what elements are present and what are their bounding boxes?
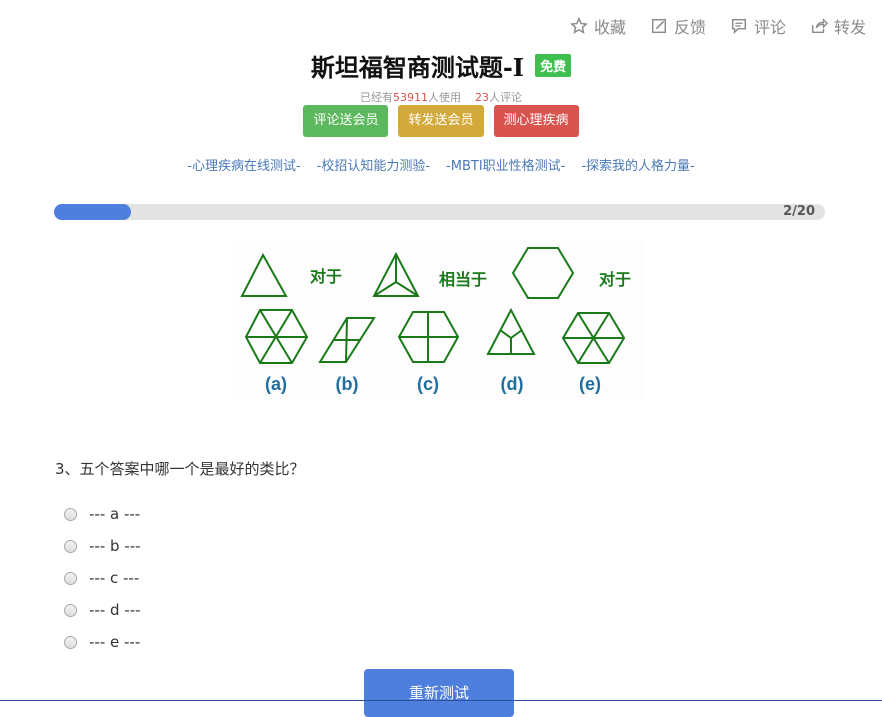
label-d: (d) xyxy=(501,374,524,394)
comments-count: 23 xyxy=(475,91,489,104)
favorite-label: 收藏 xyxy=(593,18,626,37)
feedback-action[interactable]: 反馈 xyxy=(650,14,706,38)
comment-member-button[interactable]: 评论送会员 xyxy=(303,105,389,137)
radio-b[interactable] xyxy=(64,539,77,553)
related-links: -心理疾病在线测试- -校招认知能力测验- -MBTI职业性格测试- -探索我的… xyxy=(0,155,882,174)
link-mbti[interactable]: -MBTI职业性格测试- xyxy=(446,155,565,174)
text-duiyu-2: 对于 xyxy=(599,270,631,289)
link-personality[interactable]: -探索我的人格力量- xyxy=(581,155,694,174)
stats-prefix: 已经有 xyxy=(360,91,393,104)
feedback-label: 反馈 xyxy=(673,18,706,37)
comment-label: 评论 xyxy=(753,18,786,37)
option-c-label: --- c --- xyxy=(89,569,140,587)
star-icon xyxy=(570,17,588,34)
triangle-with-center-lines xyxy=(372,251,420,297)
hexagon-shape xyxy=(511,247,575,299)
question-text: 3、五个答案中哪一个是最好的类比？ xyxy=(55,460,305,478)
progress-label: 2/20 xyxy=(783,204,815,219)
radio-a[interactable] xyxy=(64,507,77,521)
radio-c[interactable] xyxy=(64,571,77,585)
favorite-action[interactable]: 收藏 xyxy=(570,14,626,38)
users-count: 53911 xyxy=(393,91,428,104)
option-d-shape xyxy=(486,307,536,355)
label-a: (a) xyxy=(265,374,287,394)
option-e-shape xyxy=(561,312,626,364)
text-duiyu-1: 对于 xyxy=(310,267,342,286)
users-suffix: 人使用 xyxy=(428,91,461,104)
option-a-shape xyxy=(244,309,309,364)
option-b-shape xyxy=(318,317,376,363)
label-c: (c) xyxy=(417,374,439,394)
radio-d[interactable] xyxy=(64,603,77,617)
label-b: (b) xyxy=(336,374,359,394)
option-c-shape xyxy=(397,311,460,363)
option-b-label: --- b --- xyxy=(89,537,141,555)
option-c[interactable]: --- c --- xyxy=(64,562,141,594)
share-icon xyxy=(811,18,828,34)
comments-suffix: 人评论 xyxy=(489,91,522,104)
option-d[interactable]: --- d --- xyxy=(64,594,141,626)
option-a[interactable]: --- a --- xyxy=(64,498,141,530)
bottom-divider xyxy=(0,700,882,701)
option-a-label: --- a --- xyxy=(89,505,141,523)
label-e: (e) xyxy=(579,374,601,394)
edit-icon xyxy=(651,18,666,34)
option-d-label: --- d --- xyxy=(89,601,141,619)
text-xiangdangyu: 相当于 xyxy=(439,270,487,289)
question-figure: 对于 相当于 对于 (a) (b) (c) (d) (e) xyxy=(232,240,642,400)
share-label: 转发 xyxy=(833,18,866,37)
progress-fill xyxy=(54,204,132,220)
radio-e[interactable] xyxy=(64,635,77,649)
option-e-label: --- e --- xyxy=(89,633,141,651)
top-actions: 收藏 反馈 评论 转发 xyxy=(570,14,866,38)
comment-icon xyxy=(731,18,746,35)
option-b[interactable]: --- b --- xyxy=(64,530,141,562)
option-e[interactable]: --- e --- xyxy=(64,626,141,658)
page-title: 斯坦福智商测试题-I xyxy=(310,53,525,82)
mental-test-button[interactable]: 测心理疾病 xyxy=(493,105,579,137)
share-action[interactable]: 转发 xyxy=(810,14,866,38)
comment-action[interactable]: 评论 xyxy=(730,14,786,38)
answer-options: --- a --- --- b --- --- c --- --- d --- … xyxy=(64,498,141,658)
free-badge: 免费 xyxy=(535,54,572,77)
link-campus-cognitive[interactable]: -校招认知能力测验- xyxy=(317,155,430,174)
title-row: 斯坦福智商测试题-I 免费 xyxy=(0,48,882,83)
usage-stats: 已经有53911人使用 23人评论 xyxy=(0,89,882,105)
promo-buttons: 评论送会员 转发送会员 测心理疾病 xyxy=(0,105,882,137)
analogy-diagram: 对于 相当于 对于 (a) (b) (c) (d) (e) xyxy=(240,247,631,394)
triangle-shape xyxy=(240,252,288,297)
share-member-button[interactable]: 转发送会员 xyxy=(398,105,484,137)
retest-button[interactable]: 重新测试 xyxy=(364,669,514,717)
progress-bar: 2/20 xyxy=(54,204,825,220)
link-mental-illness[interactable]: -心理疾病在线测试- xyxy=(187,155,300,174)
